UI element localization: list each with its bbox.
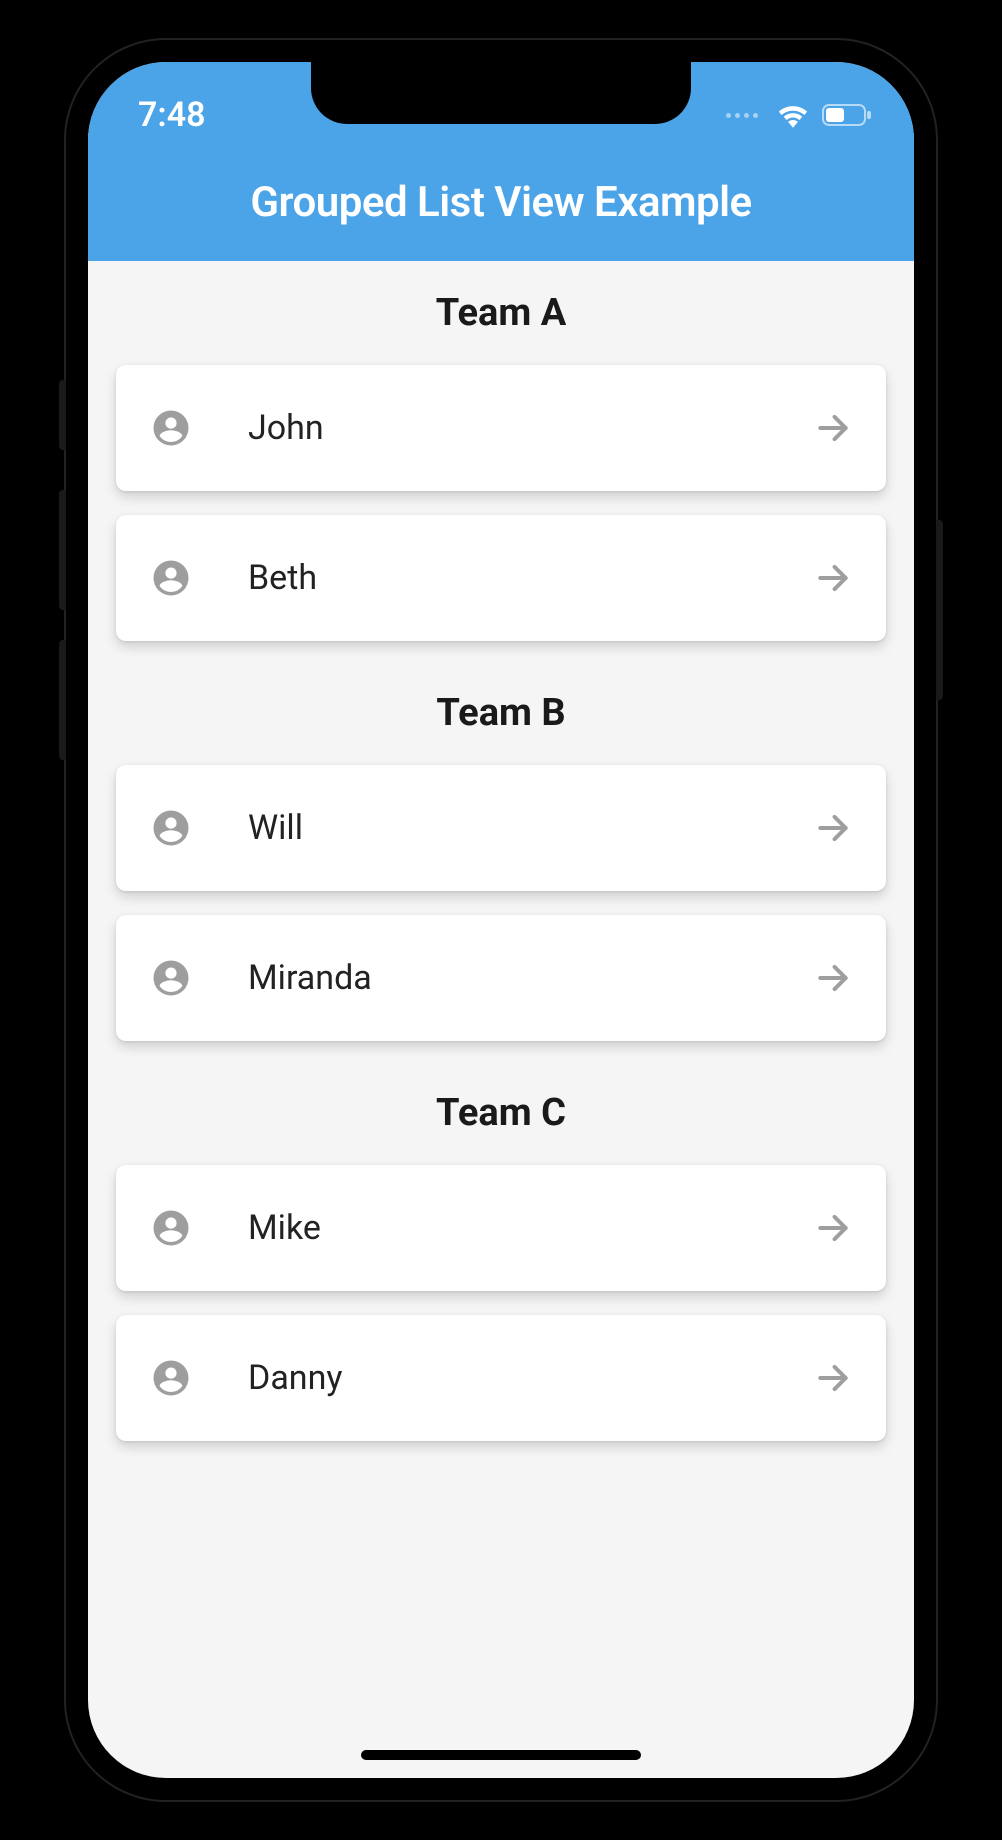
status-time: 7:48 (138, 95, 206, 135)
side-button (59, 640, 66, 760)
person-icon (150, 557, 192, 599)
arrow-right-icon (814, 559, 852, 597)
person-icon (150, 1357, 192, 1399)
cellular-dots-icon (726, 113, 758, 118)
list-item[interactable]: Danny (116, 1315, 886, 1441)
list-item-name: Mike (248, 1208, 814, 1248)
list-item[interactable]: John (116, 365, 886, 491)
list-item[interactable]: Will (116, 765, 886, 891)
person-icon (150, 807, 192, 849)
list-item-name: Beth (248, 558, 814, 598)
app-bar: Grouped List View Example (88, 150, 914, 261)
side-button (59, 380, 66, 450)
page-title: Grouped List View Example (108, 178, 894, 227)
list-item-name: John (248, 408, 814, 448)
person-icon (150, 957, 192, 999)
arrow-right-icon (814, 809, 852, 847)
home-indicator[interactable] (361, 1750, 641, 1760)
list-item[interactable]: Miranda (116, 915, 886, 1041)
side-button (59, 490, 66, 610)
grouped-list[interactable]: Team A John Beth Team B Will Miranda (88, 261, 914, 1485)
side-button (936, 520, 943, 700)
arrow-right-icon (814, 959, 852, 997)
person-icon (150, 1207, 192, 1249)
list-item-name: Miranda (248, 958, 814, 998)
list-item[interactable]: Beth (116, 515, 886, 641)
phone-frame: 7:48 Grouped List View Example Team (66, 40, 936, 1800)
battery-icon (822, 102, 874, 128)
arrow-right-icon (814, 1359, 852, 1397)
group-header: Team A (88, 265, 914, 355)
group-header: Team C (88, 1065, 914, 1155)
notch (311, 62, 691, 124)
group-header: Team B (88, 665, 914, 755)
arrow-right-icon (814, 409, 852, 447)
arrow-right-icon (814, 1209, 852, 1247)
screen: 7:48 Grouped List View Example Team (88, 62, 914, 1778)
status-icons (726, 102, 874, 128)
list-item[interactable]: Mike (116, 1165, 886, 1291)
wifi-icon (776, 102, 810, 128)
list-item-name: Danny (248, 1358, 814, 1398)
list-item-name: Will (248, 808, 814, 848)
person-icon (150, 407, 192, 449)
